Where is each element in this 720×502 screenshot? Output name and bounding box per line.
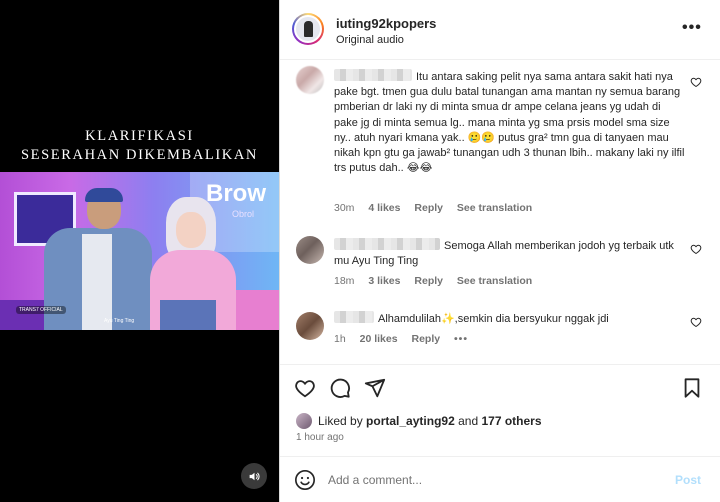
comment-body: Itu antara saking pelit nya sama antara … xyxy=(334,69,686,176)
comment-likes[interactable]: 3 likes xyxy=(368,275,400,287)
commenter-avatar[interactable] xyxy=(296,66,324,94)
commenter-avatar[interactable] xyxy=(296,236,324,264)
bookmark-icon[interactable] xyxy=(681,377,703,399)
post-header: iuting92kpopers Original audio ••• xyxy=(280,0,720,60)
likes-others-link[interactable]: 177 others xyxy=(481,414,541,428)
comment-body: Alhamdulilah✨,semkin dia bersyukur nggak… xyxy=(334,311,686,327)
comment-input[interactable] xyxy=(328,469,658,491)
commenter-avatar[interactable] xyxy=(296,312,324,340)
author-username[interactable]: iuting92kpopers xyxy=(336,16,436,31)
avatar-image xyxy=(294,15,322,43)
comment-time: 18m xyxy=(334,275,355,287)
comment-likes[interactable]: 4 likes xyxy=(368,202,400,214)
video-caption-line2: SESERAHAN DIKEMBALIKAN xyxy=(21,147,258,163)
comment-meta: 1h 20 likes Reply ••• xyxy=(334,333,479,345)
comment-like-heart-icon[interactable] xyxy=(690,76,702,88)
commenter-username[interactable] xyxy=(334,69,412,81)
video-caption-line1: KLARIFIKASI xyxy=(85,128,194,144)
video-subtitle: Ayu Ting Ting xyxy=(104,318,135,324)
studio-logo-sub: Obrol xyxy=(232,209,255,219)
comment-text: Itu antara saking pelit nya sama antara … xyxy=(334,71,685,175)
commenter-username[interactable] xyxy=(334,311,374,323)
host-shirt xyxy=(82,234,112,330)
studio-logo: Brow xyxy=(206,180,266,207)
reel-video[interactable]: KLARIFIKASI SESERAHAN DIKEMBALIKAN Brow … xyxy=(0,0,279,502)
comments-list[interactable]: Itu antara saking pelit nya sama antara … xyxy=(280,60,720,364)
comment-meta: 18m 3 likes Reply See translation xyxy=(334,275,543,287)
audio-link[interactable]: Original audio xyxy=(336,34,404,46)
comment-like-heart-icon[interactable] xyxy=(690,243,702,255)
commenter-username[interactable] xyxy=(334,238,440,250)
comment-like-heart-icon[interactable] xyxy=(690,316,702,328)
liker-username[interactable]: portal_ayting92 xyxy=(366,414,455,428)
post-comment-button[interactable]: Post xyxy=(675,473,701,487)
guest-face xyxy=(176,212,206,248)
liker-avatar[interactable] xyxy=(296,413,312,429)
comment-meta: 30m 4 likes Reply See translation xyxy=(334,202,543,214)
comment-likes[interactable]: 20 likes xyxy=(360,333,398,345)
add-comment-bar: Post xyxy=(280,456,720,502)
more-options-button[interactable]: ••• xyxy=(682,19,702,37)
emoji-icon[interactable] xyxy=(294,469,316,491)
post-timestamp[interactable]: 1 hour ago xyxy=(296,432,344,443)
guest-jeans xyxy=(160,300,216,330)
post-actions xyxy=(280,364,720,410)
comment-time: 1h xyxy=(334,333,346,345)
channel-badge: TRANS7 OFFICIAL xyxy=(16,306,66,314)
likes-prefix: Liked by xyxy=(318,414,363,428)
comment-more-options[interactable]: ••• xyxy=(454,333,468,345)
comment-bubble-icon[interactable] xyxy=(329,377,351,399)
reply-button[interactable]: Reply xyxy=(411,333,440,345)
video-caption: KLARIFIKASI SESERAHAN DIKEMBALIKAN xyxy=(0,127,279,165)
comment-text: Alhamdulilah✨,semkin dia bersyukur nggak… xyxy=(378,313,609,325)
reply-button[interactable]: Reply xyxy=(414,275,443,287)
comment-time: 30m xyxy=(334,202,355,214)
author-avatar[interactable] xyxy=(292,13,324,45)
likes-summary: Liked by portal_ayting92 and 177 others xyxy=(296,413,542,429)
speaker-icon xyxy=(249,472,260,480)
comment-body: Semoga Allah memberikan jodoh yg terbaik… xyxy=(334,238,686,269)
mute-button[interactable] xyxy=(241,463,267,489)
like-heart-icon[interactable] xyxy=(294,377,316,399)
share-send-icon[interactable] xyxy=(364,377,386,399)
reply-button[interactable]: Reply xyxy=(414,202,443,214)
see-translation-button[interactable]: See translation xyxy=(457,202,532,214)
see-translation-button[interactable]: See translation xyxy=(457,275,532,287)
host-cap xyxy=(85,188,123,202)
post-panel: iuting92kpopers Original audio ••• Itu a… xyxy=(279,0,720,502)
likes-joiner: and xyxy=(458,414,479,428)
avatar-figure xyxy=(303,21,313,37)
